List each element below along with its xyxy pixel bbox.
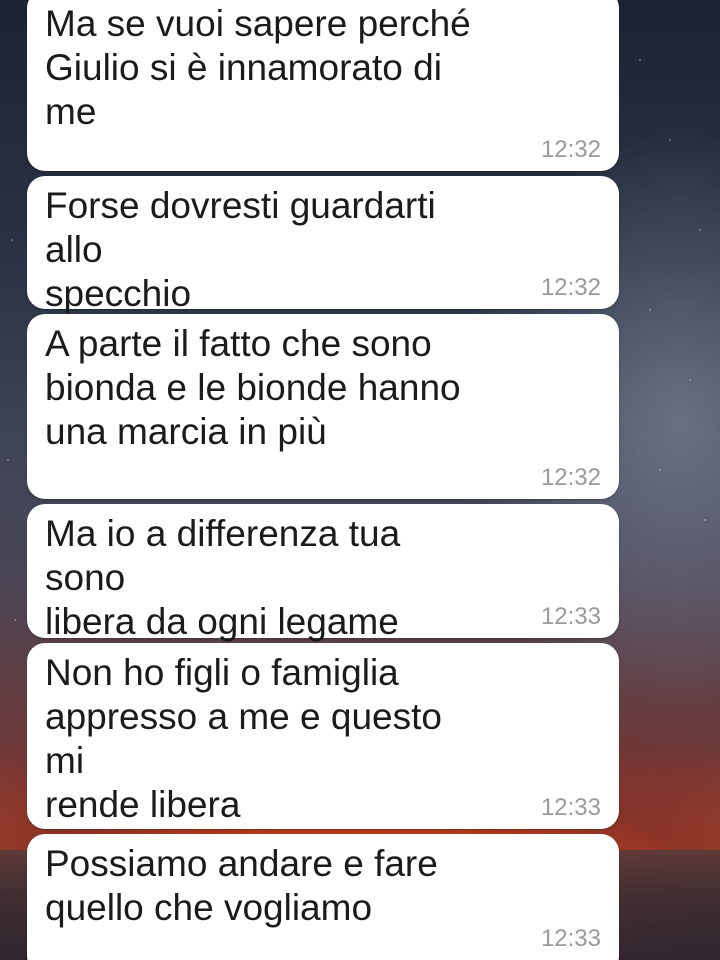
message-timestamp: 12:32 bbox=[540, 464, 601, 491]
message-timestamp: 12:33 bbox=[540, 603, 601, 630]
message-timestamp: 12:32 bbox=[540, 274, 601, 301]
message-bubble-3[interactable]: A parte il fatto che sono bionda e le bi… bbox=[27, 314, 619, 499]
message-bubble-1[interactable]: Ma se vuoi sapere perché Giulio si è inn… bbox=[27, 0, 619, 171]
message-timestamp: 12:33 bbox=[540, 925, 601, 952]
message-text: Non ho figli o famiglia appresso a me e … bbox=[45, 652, 442, 825]
message-bubble-2[interactable]: Forse dovresti guardarti allo specchio 1… bbox=[27, 176, 619, 314]
message-bubble-5[interactable]: Non ho figli o famiglia appresso a me e … bbox=[27, 643, 619, 829]
message-text: Ma se vuoi sapere perché Giulio si è inn… bbox=[45, 3, 471, 132]
message-text: Forse dovresti guardarti allo specchio bbox=[45, 185, 436, 314]
message-timestamp: 12:32 bbox=[540, 136, 601, 163]
message-bubble-4[interactable]: Ma io a differenza tua sono libera da og… bbox=[27, 504, 619, 642]
message-text: A parte il fatto che sono bionda e le bi… bbox=[45, 323, 461, 452]
message-bubble-6[interactable]: Possiamo andare e fare quello che voglia… bbox=[27, 834, 619, 960]
message-text: Possiamo andare e fare quello che voglia… bbox=[45, 843, 438, 928]
message-timestamp: 12:33 bbox=[540, 794, 601, 821]
message-text: Ma io a differenza tua sono libera da og… bbox=[45, 513, 401, 642]
